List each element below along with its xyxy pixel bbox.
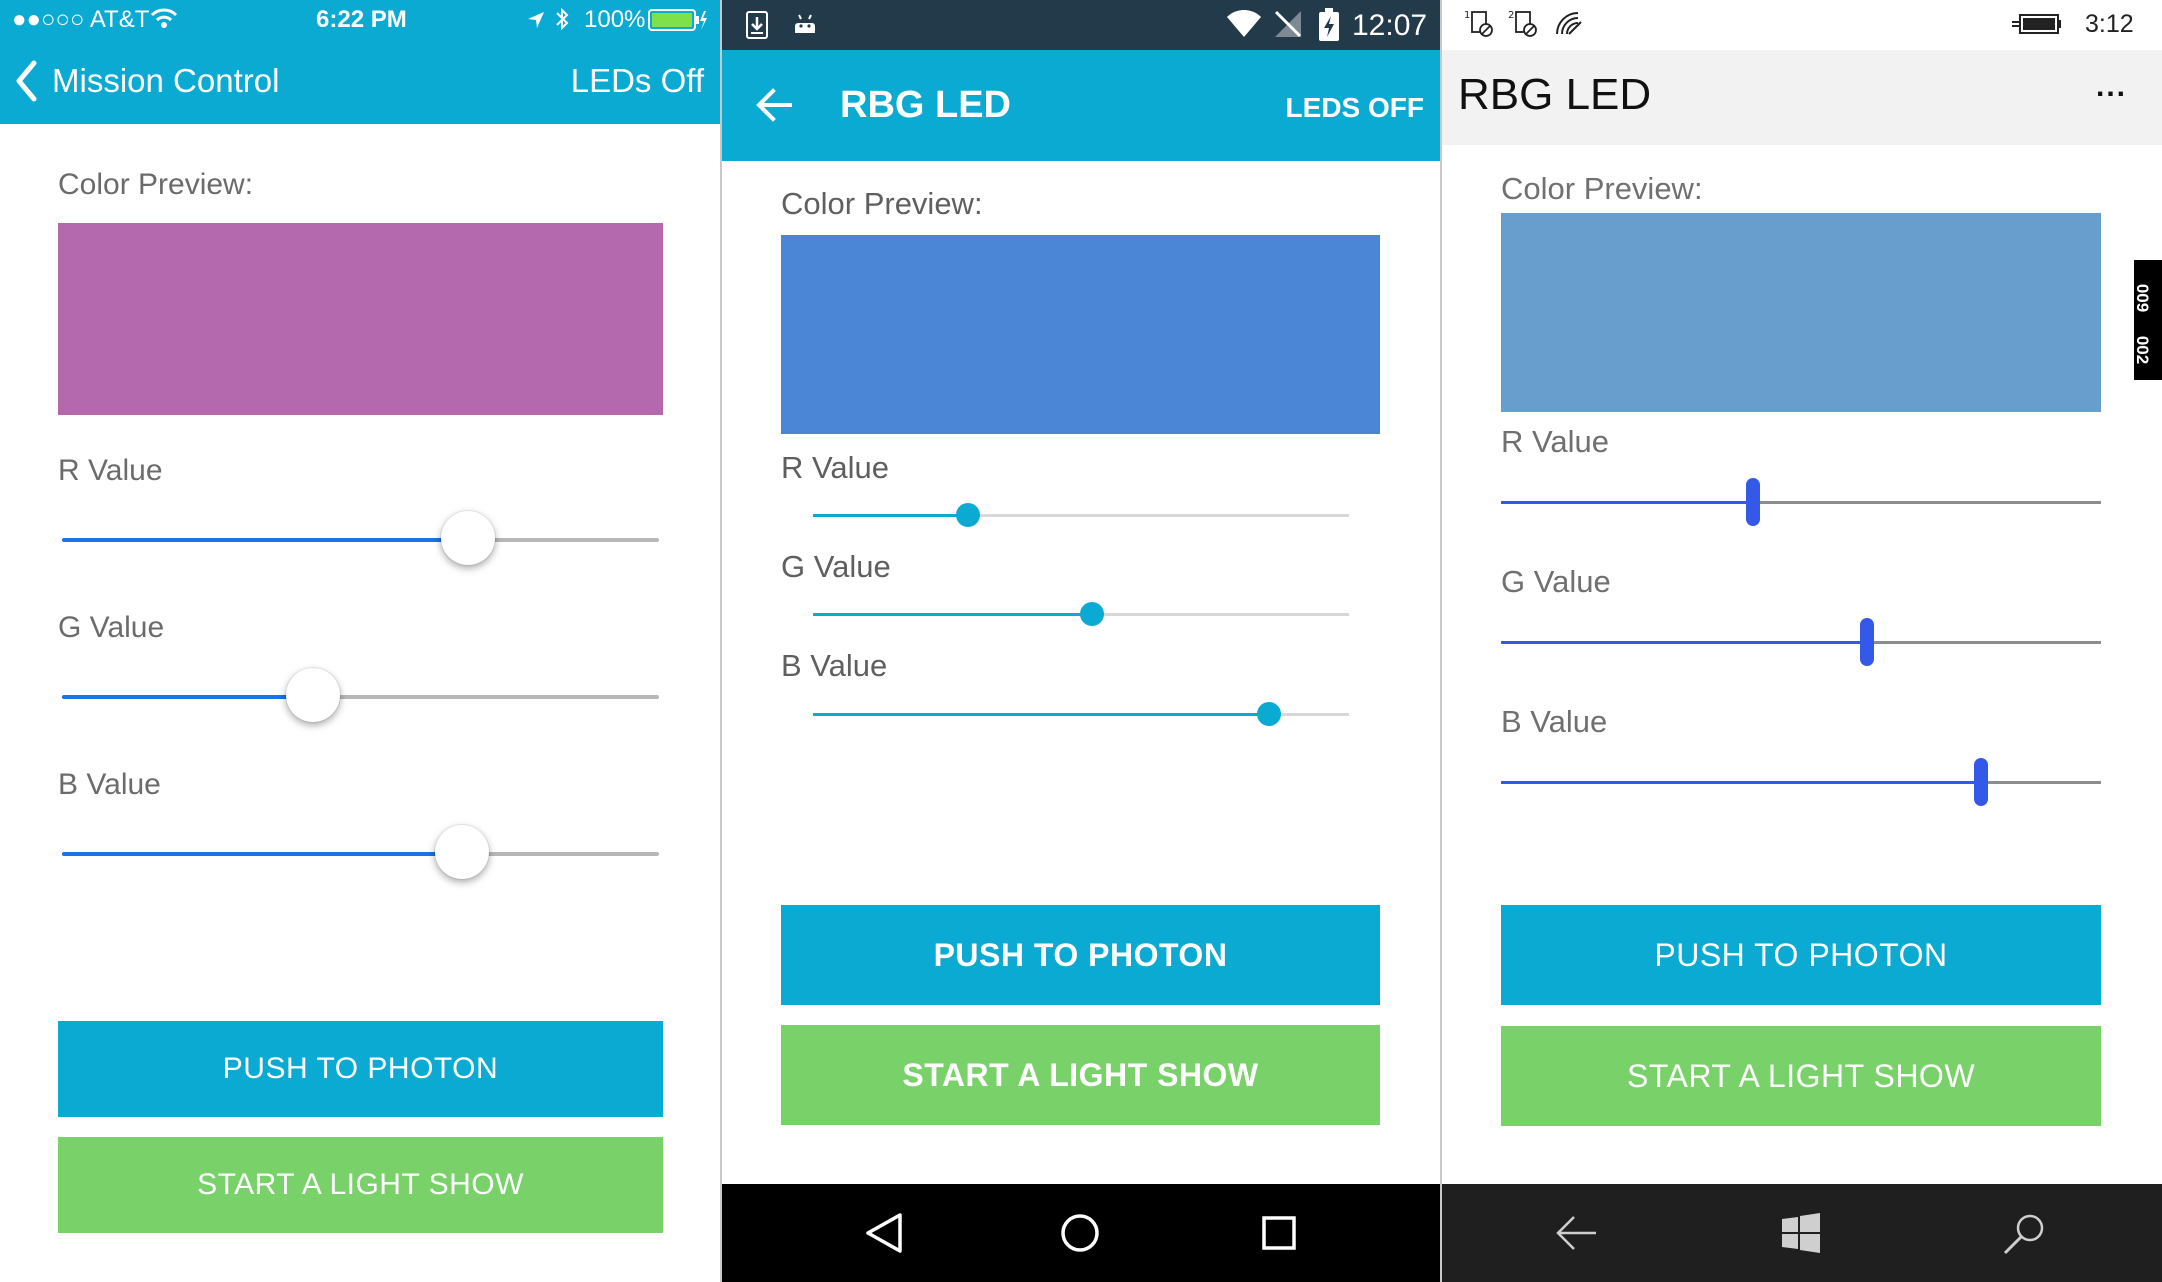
color-preview-swatch: [1501, 213, 2101, 412]
android-status-bar: 12:07: [722, 0, 1440, 50]
g-value-slider[interactable]: [813, 602, 1349, 626]
leds-off-button[interactable]: LEDS OFF: [1286, 92, 1424, 124]
battery-charging-icon: [2012, 12, 2062, 41]
slider-thumb[interactable]: [434, 825, 489, 879]
g-value-label: G Value: [1501, 564, 1611, 599]
bluetooth-icon: [554, 7, 570, 38]
slider-fill: [813, 613, 1092, 616]
leds-off-button[interactable]: LEDs Off: [571, 62, 704, 100]
nav-home-icon[interactable]: [1060, 1213, 1100, 1258]
color-preview-swatch: [58, 223, 663, 415]
slider-thumb[interactable]: [440, 511, 495, 565]
slider-fill: [813, 713, 1269, 716]
slider-fill: [62, 695, 313, 699]
slider-thumb[interactable]: [1974, 758, 1988, 806]
svg-text:1: 1: [1464, 10, 1470, 21]
ios-panel: ●●○○○ AT&T 6:22 PM 100% Mission Control …: [0, 0, 720, 1282]
r-value-label: R Value: [58, 454, 163, 487]
windows-status-bar: 1 2 3:12: [1442, 0, 2162, 50]
chevron-left-icon: [14, 60, 38, 102]
push-to-photon-button[interactable]: PUSH TO PHOTON: [1501, 905, 2101, 1005]
push-to-photon-button[interactable]: PUSH TO PHOTON: [58, 1021, 663, 1117]
status-time: 6:22 PM: [316, 6, 407, 33]
b-value-label: B Value: [1501, 704, 1608, 739]
slider-thumb[interactable]: [1256, 702, 1281, 726]
ios-status-bar: ●●○○○ AT&T 6:22 PM 100%: [0, 0, 720, 40]
sim2-icon: 2: [1508, 8, 1538, 43]
app-title: RBG LED: [1458, 70, 1652, 119]
android-panel: 12:07 RBG LED LEDS OFF Color Preview: R …: [722, 0, 1440, 1282]
svg-text:2: 2: [1508, 10, 1514, 21]
start-light-show-button[interactable]: START A LIGHT SHOW: [58, 1137, 663, 1233]
start-light-show-button[interactable]: START A LIGHT SHOW: [1501, 1026, 2101, 1126]
r-value-slider[interactable]: [1501, 478, 2101, 526]
windows-title-bar: RBG LED ...: [1442, 50, 2162, 145]
nav-back-icon[interactable]: [864, 1212, 904, 1259]
slider-fill: [813, 514, 969, 517]
slider-fill: [1501, 781, 1981, 784]
carrier-text: ●●○○○ AT&T: [12, 6, 150, 33]
color-preview-label: Color Preview:: [1501, 171, 1703, 206]
slider-thumb[interactable]: [1860, 618, 1874, 666]
slider-thumb[interactable]: [956, 503, 981, 527]
push-to-photon-button[interactable]: PUSH TO PHOTON: [781, 905, 1380, 1005]
slider-fill: [1501, 641, 1867, 644]
r-value-label: R Value: [1501, 424, 1609, 459]
b-value-label: B Value: [58, 768, 161, 801]
g-value-slider[interactable]: [62, 668, 659, 722]
wifi-icon: [150, 6, 178, 37]
slider-thumb[interactable]: [285, 668, 340, 722]
g-value-label: G Value: [58, 611, 165, 644]
back-button[interactable]: Mission Control: [14, 58, 279, 104]
color-preview-label: Color Preview:: [58, 168, 254, 201]
b-value-slider[interactable]: [813, 702, 1349, 726]
wifi-icon: [1554, 10, 1584, 41]
battery-percent: 100%: [584, 6, 646, 33]
debug-frame-counter: 009 002: [2133, 260, 2162, 380]
ios-nav-bar: Mission Control LEDs Off: [0, 40, 720, 124]
slider-fill: [62, 852, 462, 856]
color-preview-label: Color Preview:: [781, 186, 983, 221]
battery-charging-icon: [1318, 8, 1340, 47]
more-options-button[interactable]: ...: [2096, 70, 2127, 104]
wifi-icon: [1226, 9, 1262, 43]
android-debug-icon: [792, 11, 818, 42]
status-time: 3:12: [2085, 10, 2134, 38]
arrow-back-icon[interactable]: [756, 88, 792, 127]
slider-fill: [1501, 501, 1753, 504]
r-value-slider[interactable]: [62, 511, 659, 565]
r-value-slider[interactable]: [813, 503, 1349, 527]
g-value-slider[interactable]: [1501, 618, 2101, 666]
no-signal-icon: [1274, 10, 1302, 43]
b-value-slider[interactable]: [1501, 758, 2101, 806]
slider-thumb[interactable]: [1746, 478, 1760, 526]
status-time: 12:07: [1352, 9, 1428, 42]
download-notification-icon: [746, 11, 768, 44]
slider-fill: [62, 538, 468, 542]
color-preview-swatch: [781, 235, 1380, 434]
start-light-show-button[interactable]: START A LIGHT SHOW: [781, 1025, 1380, 1125]
b-value-label: B Value: [781, 648, 888, 683]
nav-back-icon[interactable]: [1554, 1214, 1598, 1257]
windows-navigation-bar: [1442, 1184, 2162, 1282]
windows-panel: 1 2 3:12 RBG LED ... Color Preview: R Va…: [1442, 0, 2162, 1282]
slider-thumb[interactable]: [1079, 602, 1104, 626]
nav-recents-icon[interactable]: [1262, 1216, 1296, 1255]
app-title: RBG LED: [840, 84, 1011, 126]
back-button-label: Mission Control: [52, 62, 280, 99]
counter-top: 009: [2133, 283, 2153, 313]
g-value-label: G Value: [781, 549, 891, 584]
b-value-slider[interactable]: [62, 825, 659, 879]
android-navigation-bar: [722, 1184, 1440, 1282]
nav-search-icon[interactable]: [2002, 1213, 2046, 1260]
sim1-icon: 1: [1464, 8, 1494, 43]
android-app-bar: RBG LED LEDS OFF: [722, 50, 1440, 161]
r-value-label: R Value: [781, 450, 889, 485]
counter-bottom: 002: [2133, 335, 2153, 365]
nav-windows-start-icon[interactable]: [1781, 1213, 1821, 1258]
location-arrow-icon: [526, 9, 546, 37]
battery-icon: [648, 9, 708, 38]
